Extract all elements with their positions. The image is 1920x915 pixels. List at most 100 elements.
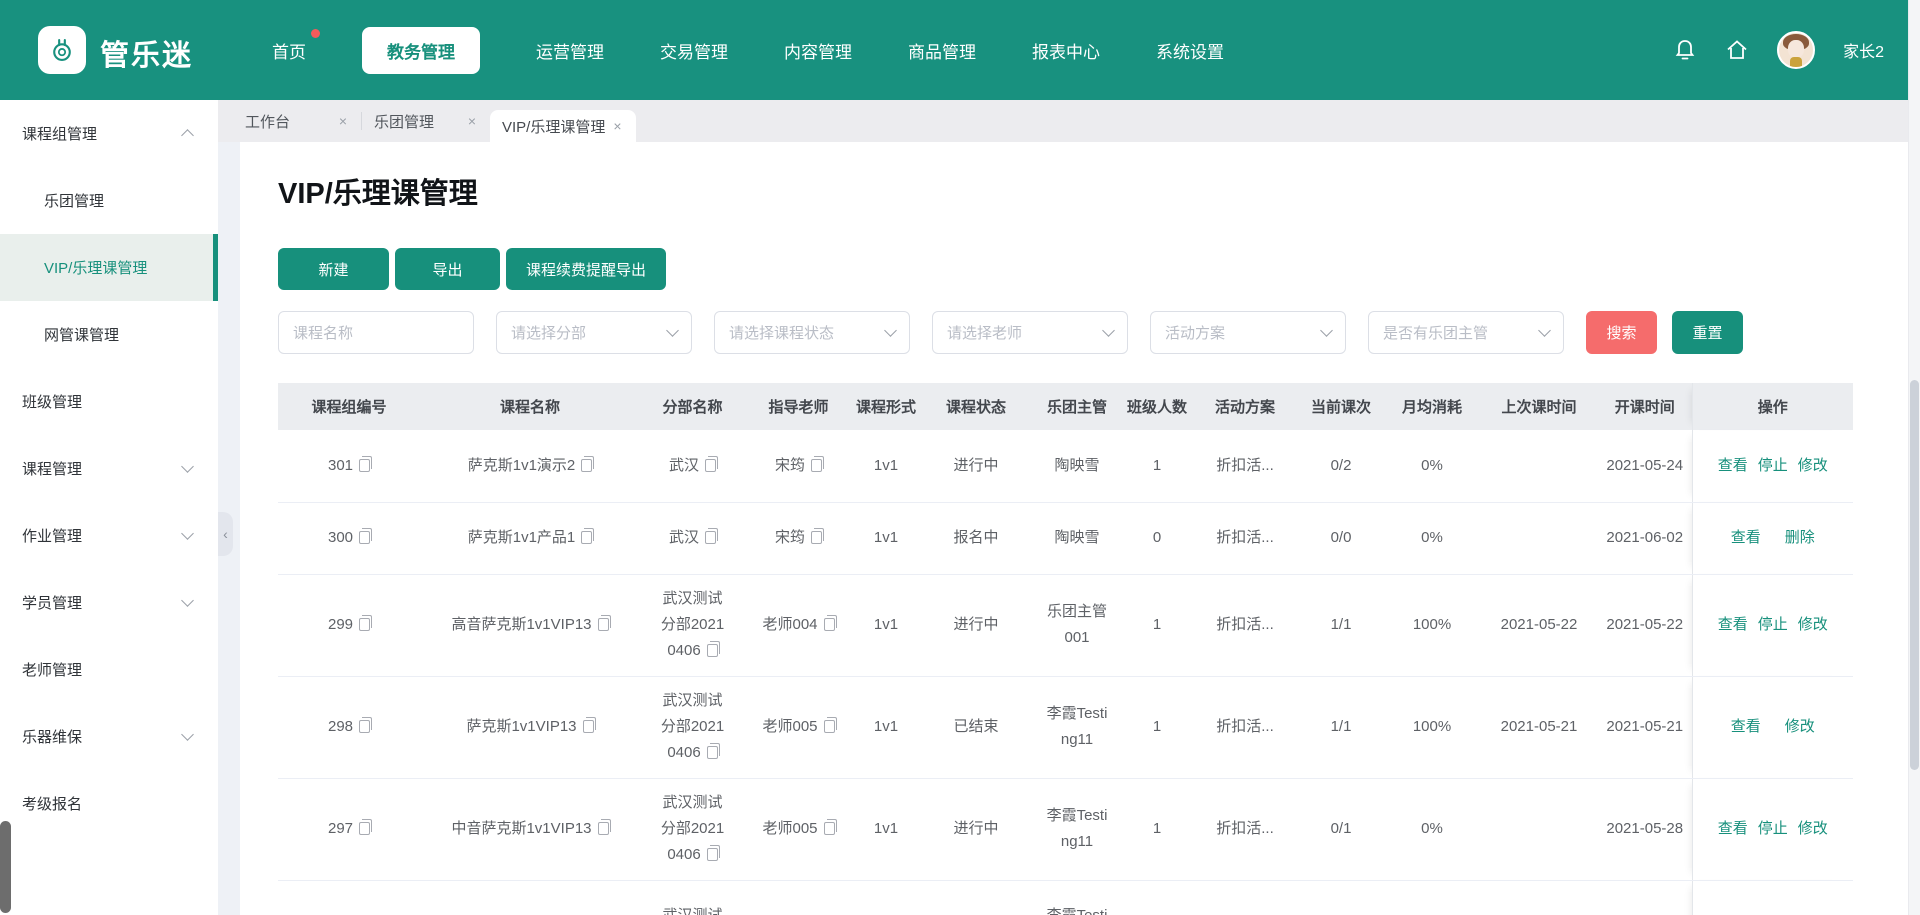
action-link-停止[interactable]: 停止 bbox=[1758, 612, 1788, 638]
action-link-停止[interactable]: 停止 bbox=[1758, 816, 1788, 842]
filter-input-0[interactable]: 课程名称 bbox=[278, 311, 474, 354]
nav-item-6[interactable]: 报表中心 bbox=[1032, 38, 1100, 63]
copy-icon[interactable] bbox=[824, 720, 835, 733]
copy-icon[interactable] bbox=[359, 822, 370, 835]
copy-icon[interactable] bbox=[359, 720, 370, 733]
copy-icon[interactable] bbox=[581, 531, 592, 544]
copy-icon[interactable] bbox=[707, 746, 718, 759]
copy-icon[interactable] bbox=[824, 618, 835, 631]
copy-icon[interactable] bbox=[583, 720, 594, 733]
reset-button[interactable]: 重置 bbox=[1672, 311, 1743, 354]
nav-item-5[interactable]: 商品管理 bbox=[908, 38, 976, 63]
copy-icon[interactable] bbox=[707, 644, 718, 657]
filter-select-1[interactable]: 请选择分部 bbox=[496, 311, 692, 354]
sidebar-item-10[interactable]: 考级报名 bbox=[0, 770, 218, 837]
filter-select-5[interactable]: 是否有乐团主管 bbox=[1368, 311, 1564, 354]
nav-item-7[interactable]: 系统设置 bbox=[1156, 38, 1224, 63]
action-link-查看[interactable]: 查看 bbox=[1718, 612, 1748, 638]
copy-icon[interactable] bbox=[581, 459, 592, 472]
page-scrollbar-thumb[interactable] bbox=[1910, 380, 1919, 770]
cell-teacher: 老师005 bbox=[745, 676, 852, 778]
sidebar-scrollbar-thumb[interactable] bbox=[0, 821, 11, 913]
chevron-down-icon bbox=[181, 594, 194, 607]
copy-icon[interactable] bbox=[359, 531, 370, 544]
cell-course-group-id: 298 bbox=[278, 676, 420, 778]
cell-activity-plan: 折扣活... bbox=[1192, 676, 1298, 778]
sidebar-item-3[interactable]: 网管课管理 bbox=[0, 301, 218, 368]
cell-course-name: 萨克斯1v1演示2 bbox=[420, 430, 640, 502]
tab-0[interactable]: 工作台× bbox=[233, 100, 361, 142]
sidebar-item-1[interactable]: 乐团管理 bbox=[0, 167, 218, 234]
sidebar-item-4[interactable]: 班级管理 bbox=[0, 368, 218, 435]
cell-activity-plan: 折扣活... bbox=[1192, 574, 1298, 676]
action-link-停止[interactable]: 停止 bbox=[1758, 453, 1788, 479]
copy-icon[interactable] bbox=[811, 531, 822, 544]
sidebar-item-5[interactable]: 课程管理 bbox=[0, 435, 218, 502]
notification-bell-icon[interactable] bbox=[1673, 38, 1697, 62]
action-link-修改[interactable]: 修改 bbox=[1785, 714, 1815, 740]
tab-close-icon[interactable]: × bbox=[605, 118, 621, 134]
filter-placeholder: 活动方案 bbox=[1165, 322, 1225, 343]
nav-item-0[interactable]: 首页 bbox=[272, 38, 306, 63]
copy-icon[interactable] bbox=[705, 531, 716, 544]
renewal-reminder-export-button[interactable]: 课程续费提醒导出 bbox=[506, 248, 666, 290]
nav-item-1[interactable]: 教务管理 bbox=[362, 27, 480, 74]
sidebar-item-8[interactable]: 老师管理 bbox=[0, 636, 218, 703]
sidebar-item-9[interactable]: 乐器维保 bbox=[0, 703, 218, 770]
copy-icon[interactable] bbox=[359, 618, 370, 631]
copy-icon[interactable] bbox=[811, 459, 822, 472]
copy-icon[interactable] bbox=[824, 822, 835, 835]
action-link-修改[interactable]: 修改 bbox=[1798, 612, 1828, 638]
action-link-查看[interactable]: 查看 bbox=[1718, 453, 1748, 479]
sidebar-item-label: 课程组管理 bbox=[22, 123, 97, 144]
create-button[interactable]: 新建 bbox=[278, 248, 389, 290]
sidebar-item-0[interactable]: 课程组管理 bbox=[0, 100, 218, 167]
action-link-删除[interactable]: 删除 bbox=[1785, 525, 1815, 551]
page-scrollbar[interactable] bbox=[1908, 0, 1920, 915]
export-button[interactable]: 导出 bbox=[395, 248, 500, 290]
sidebar-collapse-handle[interactable]: ‹ bbox=[218, 512, 233, 556]
brand-logo-icon bbox=[50, 38, 74, 62]
cell-activity-plan bbox=[1192, 880, 1298, 915]
filter-row: 课程名称 请选择分部 请选择课程状态 请选择老师 活动方案 是否有乐团主管搜索重置 bbox=[278, 311, 1908, 354]
cell-band-supervisor: 李霞Testing11 bbox=[1032, 676, 1122, 778]
sidebar-item-label: 学员管理 bbox=[22, 592, 82, 613]
avatar[interactable] bbox=[1777, 31, 1815, 69]
table-row-297: 297中音萨克斯1v1VIP13武汉测试分部20210406老师0051v1进行… bbox=[278, 778, 1853, 880]
sidebar-item-6[interactable]: 作业管理 bbox=[0, 502, 218, 569]
cell-monthly-consumption bbox=[1384, 880, 1480, 915]
cell-teacher: 宋筠 bbox=[745, 502, 852, 574]
copy-icon[interactable] bbox=[598, 618, 609, 631]
filter-placeholder: 课程名称 bbox=[293, 322, 353, 343]
action-link-查看[interactable]: 查看 bbox=[1718, 816, 1748, 842]
filter-select-2[interactable]: 请选择课程状态 bbox=[714, 311, 910, 354]
column-header-7: 班级人数 bbox=[1122, 383, 1192, 430]
copy-icon[interactable] bbox=[359, 459, 370, 472]
copy-icon[interactable] bbox=[598, 822, 609, 835]
chevron-down-icon bbox=[181, 527, 194, 540]
nav-item-2[interactable]: 运营管理 bbox=[536, 38, 604, 63]
tab-close-icon[interactable]: × bbox=[325, 113, 347, 129]
nav-item-3[interactable]: 交易管理 bbox=[660, 38, 728, 63]
tab-2[interactable]: VIP/乐理课管理× bbox=[490, 110, 636, 142]
filter-select-3[interactable]: 请选择老师 bbox=[932, 311, 1128, 354]
tab-close-icon[interactable]: × bbox=[454, 113, 476, 129]
cell-actions: 查看删除 bbox=[1692, 502, 1853, 574]
column-header-10: 月均消耗 bbox=[1384, 383, 1480, 430]
home-icon[interactable] bbox=[1725, 38, 1749, 62]
search-button[interactable]: 搜索 bbox=[1586, 311, 1657, 354]
filter-placeholder: 请选择课程状态 bbox=[729, 322, 834, 343]
sidebar-item-2[interactable]: VIP/乐理课管理 bbox=[0, 234, 218, 301]
action-link-修改[interactable]: 修改 bbox=[1798, 453, 1828, 479]
copy-icon[interactable] bbox=[707, 848, 718, 861]
user-name[interactable]: 家长2 bbox=[1843, 38, 1884, 62]
copy-icon[interactable] bbox=[705, 459, 716, 472]
cell-start-time: 2021-05-24 bbox=[1598, 430, 1692, 502]
action-link-查看[interactable]: 查看 bbox=[1731, 525, 1761, 551]
action-link-查看[interactable]: 查看 bbox=[1731, 714, 1761, 740]
filter-select-4[interactable]: 活动方案 bbox=[1150, 311, 1346, 354]
action-link-修改[interactable]: 修改 bbox=[1798, 816, 1828, 842]
sidebar-item-7[interactable]: 学员管理 bbox=[0, 569, 218, 636]
tab-1[interactable]: 乐团管理× bbox=[362, 100, 490, 142]
nav-item-4[interactable]: 内容管理 bbox=[784, 38, 852, 63]
